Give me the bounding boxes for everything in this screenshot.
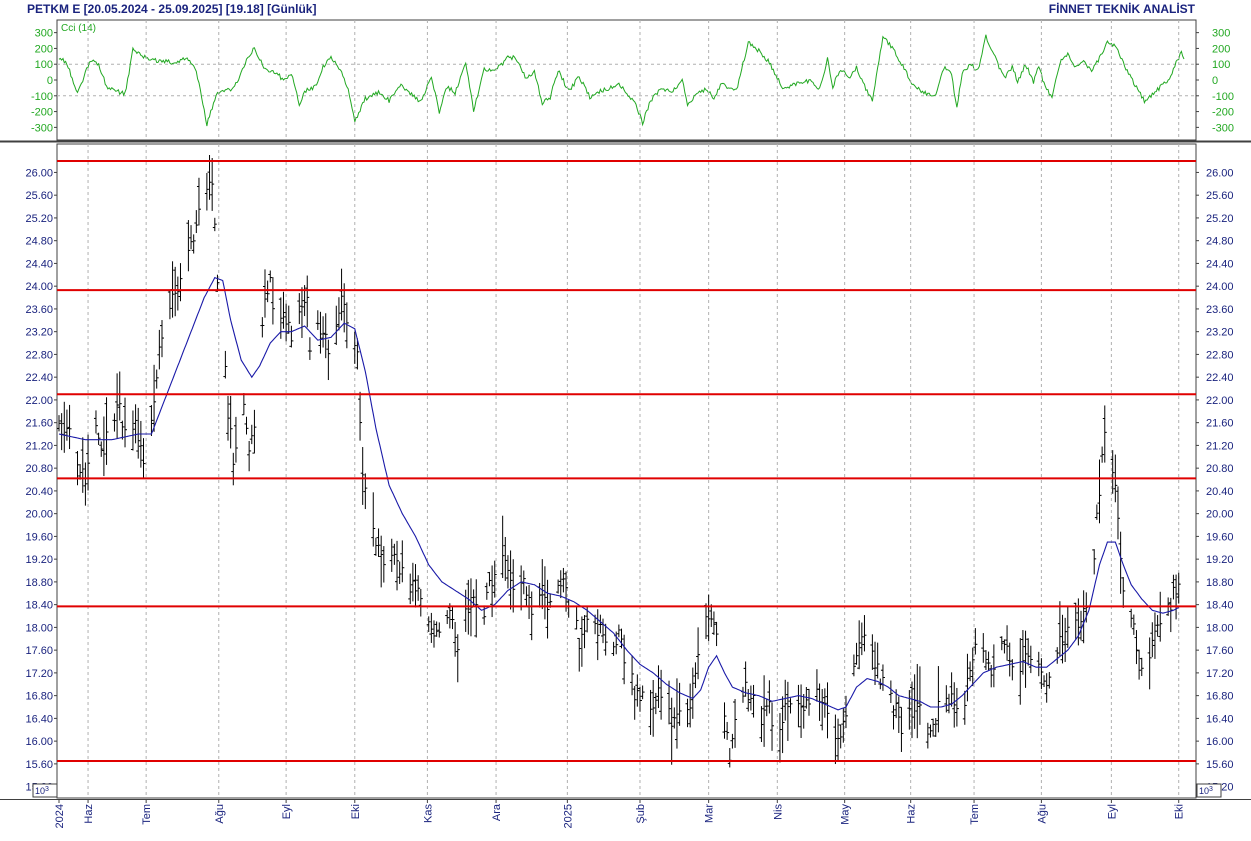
chart-canvas: 300 300 200 200 100 100 0 0 -100 -100 -200 -200 -300… bbox=[0, 19, 1251, 828]
cci-tick-label-right: 0 bbox=[1212, 75, 1218, 87]
price-tick-label-left: 18.00 bbox=[25, 622, 53, 634]
price-tick-label-left: 22.00 bbox=[25, 395, 53, 407]
price-tick-label-left: 23.60 bbox=[25, 304, 53, 316]
cci-tick-label-right: 200 bbox=[1212, 43, 1230, 55]
price-tick-label-right: 21.20 bbox=[1206, 440, 1234, 452]
x-tick-label: Nis bbox=[772, 804, 784, 820]
x-tick-label: Haz bbox=[83, 804, 95, 824]
x-tick-label: Ara bbox=[491, 803, 503, 821]
price-tick-label-left: 16.40 bbox=[25, 713, 53, 725]
price-tick-label-right: 16.40 bbox=[1206, 713, 1234, 725]
price-tick-label-left: 24.40 bbox=[25, 258, 53, 270]
price-tick-label-right: 18.80 bbox=[1206, 577, 1234, 589]
price-tick-label-left: 16.00 bbox=[25, 736, 53, 748]
x-tick-label: May bbox=[840, 804, 852, 825]
x-tick-label: Eki bbox=[350, 804, 362, 819]
x-tick-label: Eyl bbox=[281, 804, 293, 819]
cci-indicator-label: Cci (14) bbox=[61, 23, 96, 34]
x-tick-label: Eki bbox=[1174, 804, 1186, 819]
price-tick-label-right: 22.40 bbox=[1206, 372, 1234, 384]
price-tick-label-right: 22.80 bbox=[1206, 349, 1234, 361]
cci-tick-label-left: -300 bbox=[31, 122, 53, 134]
price-tick-label-right: 20.80 bbox=[1206, 463, 1234, 475]
x-tick-label: Tem bbox=[141, 804, 153, 825]
x-tick-label: Şub bbox=[635, 804, 647, 824]
price-tick-label-right: 23.20 bbox=[1206, 327, 1234, 339]
scale-exponent: 3 bbox=[1209, 786, 1213, 793]
x-tick-label: Mar bbox=[704, 804, 716, 823]
price-tick-label-right: 25.60 bbox=[1206, 190, 1234, 202]
cci-tick-label-left: -200 bbox=[31, 107, 53, 119]
cci-tick-label-left: 200 bbox=[35, 43, 53, 55]
price-tick-label-left: 17.60 bbox=[25, 645, 53, 657]
price-panel-frame bbox=[56, 143, 1197, 799]
price-tick-label-left: 25.20 bbox=[25, 213, 53, 225]
price-tick-label-left: 18.40 bbox=[25, 600, 53, 612]
price-tick-label-right: 20.40 bbox=[1206, 486, 1234, 498]
x-tick-label: Haz bbox=[906, 804, 918, 824]
x-tick-label: Eyl bbox=[1106, 804, 1118, 819]
price-tick-label-left: 15.60 bbox=[25, 759, 53, 771]
scale-exponent: 3 bbox=[45, 786, 49, 793]
x-tick-label: 2024 bbox=[54, 804, 66, 828]
price-tick-label-left: 19.20 bbox=[25, 554, 53, 566]
price-tick-label-left: 22.40 bbox=[25, 372, 53, 384]
price-tick-label-left: 25.60 bbox=[25, 190, 53, 202]
cci-panel-frame bbox=[56, 19, 1197, 141]
cci-tick-label-left: -100 bbox=[31, 91, 53, 103]
price-tick-label-left: 16.80 bbox=[25, 691, 53, 703]
price-tick-label-left: 21.20 bbox=[25, 440, 53, 452]
price-tick-label-left: 17.20 bbox=[25, 668, 53, 680]
x-tick-label: Tem bbox=[969, 804, 981, 825]
price-tick-label-right: 23.60 bbox=[1206, 304, 1234, 316]
price-tick-label-right: 26.00 bbox=[1206, 167, 1234, 179]
price-tick-label-left: 20.00 bbox=[25, 509, 53, 521]
price-tick-label-right: 24.40 bbox=[1206, 258, 1234, 270]
price-tick-label-left: 20.80 bbox=[25, 463, 53, 475]
price-tick-label-right: 24.00 bbox=[1206, 281, 1234, 293]
cci-tick-label-right: -100 bbox=[1212, 91, 1234, 103]
price-tick-label-left: 20.40 bbox=[25, 486, 53, 498]
x-tick-label: Ağu bbox=[214, 804, 226, 824]
price-tick-label-right: 22.00 bbox=[1206, 395, 1234, 407]
x-tick-label: Ağu bbox=[1036, 804, 1048, 824]
price-tick-label-right: 16.00 bbox=[1206, 736, 1234, 748]
price-tick-label-right: 19.60 bbox=[1206, 531, 1234, 543]
price-tick-label-left: 23.20 bbox=[25, 327, 53, 339]
price-tick-label-right: 25.20 bbox=[1206, 213, 1234, 225]
price-tick-label-left: 24.00 bbox=[25, 281, 53, 293]
cci-tick-label-right: 300 bbox=[1212, 28, 1230, 40]
price-tick-label-right: 19.20 bbox=[1206, 554, 1234, 566]
price-tick-label-right: 18.00 bbox=[1206, 622, 1234, 634]
price-tick-label-right: 18.40 bbox=[1206, 600, 1234, 612]
price-tick-label-left: 26.00 bbox=[25, 167, 53, 179]
cci-tick-label-left: 0 bbox=[47, 75, 53, 87]
cci-tick-label-left: 100 bbox=[35, 59, 53, 71]
x-tick-label: Kas bbox=[422, 804, 434, 823]
cci-tick-label-right: -200 bbox=[1212, 107, 1234, 119]
price-tick-label-right: 16.80 bbox=[1206, 691, 1234, 703]
price-tick-label-left: 18.80 bbox=[25, 577, 53, 589]
price-tick-label-right: 15.60 bbox=[1206, 759, 1234, 771]
cci-tick-label-left: 300 bbox=[35, 28, 53, 40]
cci-tick-label-right: -300 bbox=[1212, 122, 1234, 134]
cci-tick-label-right: 100 bbox=[1212, 59, 1230, 71]
price-tick-label-right: 17.60 bbox=[1206, 645, 1234, 657]
price-tick-label-right: 17.20 bbox=[1206, 668, 1234, 680]
price-tick-label-left: 22.80 bbox=[25, 349, 53, 361]
x-tick-label: 2025 bbox=[562, 804, 574, 828]
price-tick-label-right: 21.60 bbox=[1206, 418, 1234, 430]
price-tick-label-left: 21.60 bbox=[25, 418, 53, 430]
price-tick-label-left: 24.80 bbox=[25, 236, 53, 248]
price-tick-label-left: 19.60 bbox=[25, 531, 53, 543]
price-tick-label-right: 24.80 bbox=[1206, 236, 1234, 248]
price-tick-label-right: 20.00 bbox=[1206, 509, 1234, 521]
